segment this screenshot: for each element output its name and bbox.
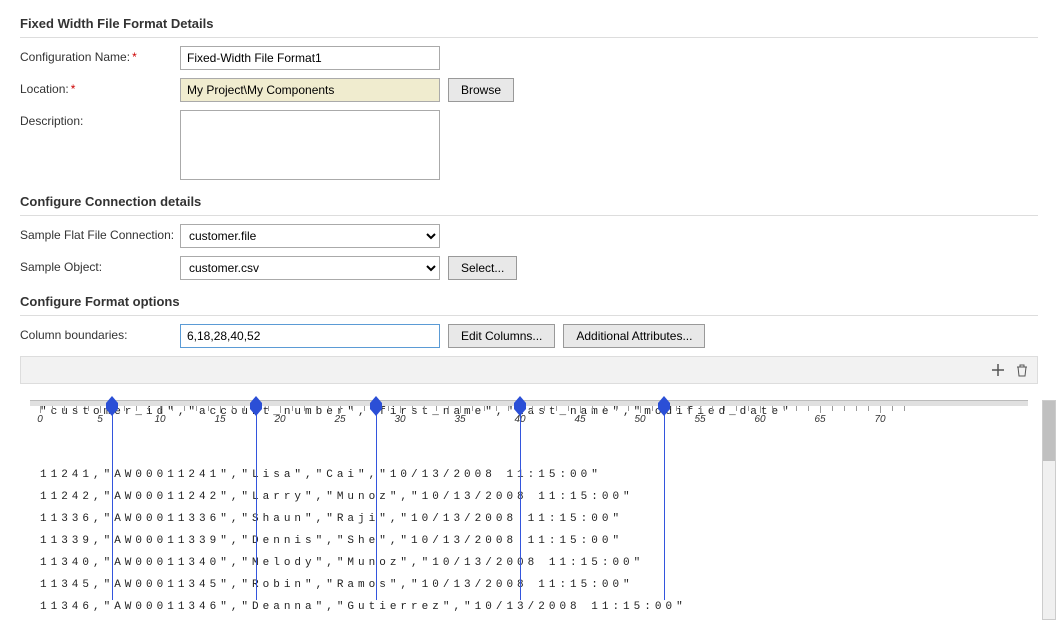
vertical-scrollbar[interactable] [1042, 400, 1056, 620]
browse-button[interactable]: Browse [448, 78, 514, 102]
ruler-ticks: 0510152025303540455055606570 [30, 406, 1028, 428]
config-name-input[interactable] [180, 46, 440, 70]
preview-toolbar [20, 356, 1038, 384]
boundary-marker[interactable] [105, 396, 119, 416]
column-line [112, 410, 114, 600]
column-line [256, 410, 258, 600]
label-location: Location: [20, 78, 180, 96]
location-input[interactable] [180, 78, 440, 102]
column-line [520, 410, 522, 600]
section-title-details: Fixed Width File Format Details [20, 10, 1038, 38]
preview-row: 11340,"AW00011340","Melody","Munoz","10/… [40, 552, 1028, 574]
label-sample-conn: Sample Flat File Connection: [20, 224, 180, 242]
preview-row: 11241,"AW00011241","Lisa","Cai","10/13/2… [40, 464, 1028, 486]
scrollbar-thumb[interactable] [1043, 401, 1055, 461]
preview-row: 11345,"AW00011345","Robin","Ramos","10/1… [40, 574, 1028, 596]
col-boundaries-input[interactable] [180, 324, 440, 348]
preview-row: 11339,"AW00011339","Dennis","She","10/13… [40, 530, 1028, 552]
additional-attrs-button[interactable]: Additional Attributes... [563, 324, 705, 348]
add-icon[interactable] [989, 361, 1007, 379]
sample-conn-select[interactable]: customer.file [180, 224, 440, 248]
preview-row: 11346,"AW00011346","Deanna","Gutierrez",… [40, 596, 1028, 618]
preview-row: 11336,"AW00011336","Shaun","Raji","10/13… [40, 508, 1028, 530]
label-config-name: Configuration Name: [20, 46, 180, 64]
label-sample-obj: Sample Object: [20, 256, 180, 274]
edit-columns-button[interactable]: Edit Columns... [448, 324, 555, 348]
label-description: Description: [20, 110, 180, 128]
description-textarea[interactable] [180, 110, 440, 180]
boundary-marker[interactable] [249, 396, 263, 416]
section-title-connection: Configure Connection details [20, 188, 1038, 216]
trash-icon[interactable] [1013, 361, 1031, 379]
preview-data-rows: 11241,"AW00011241","Lisa","Cai","10/13/2… [40, 464, 1028, 618]
preview-container: "customer_id","account_number","first_na… [30, 400, 1028, 618]
label-col-boundaries: Column boundaries: [20, 324, 180, 342]
boundary-marker[interactable] [657, 396, 671, 416]
boundary-marker[interactable] [513, 396, 527, 416]
boundary-marker[interactable] [369, 396, 383, 416]
column-line [664, 410, 666, 600]
sample-obj-select[interactable]: customer.csv [180, 256, 440, 280]
preview-row: 11242,"AW00011242","Larry","Munoz","10/1… [40, 486, 1028, 508]
column-line [376, 410, 378, 600]
select-button[interactable]: Select... [448, 256, 517, 280]
section-title-format: Configure Format options [20, 288, 1038, 316]
